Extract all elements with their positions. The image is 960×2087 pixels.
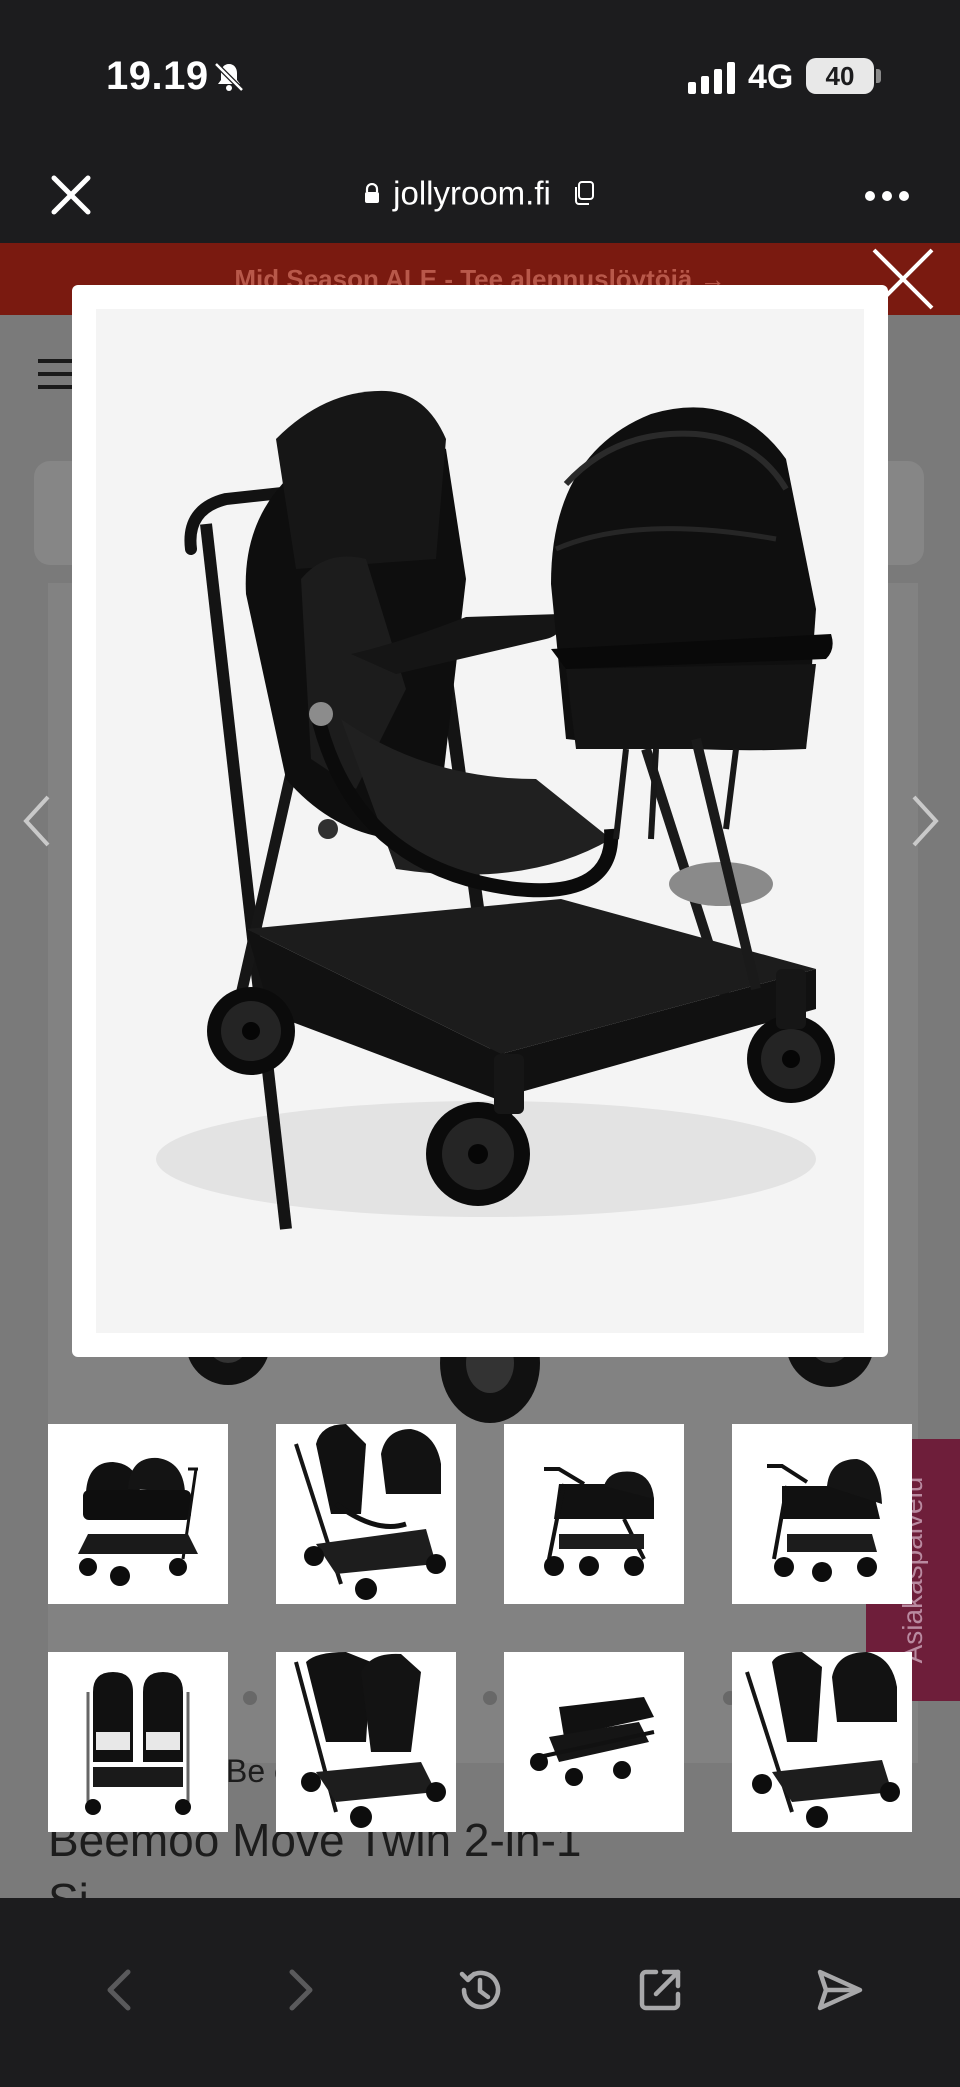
- share-external-icon[interactable]: [634, 1964, 686, 2016]
- browser-toolbar: [0, 1898, 960, 2087]
- chevron-right-icon[interactable]: [904, 791, 944, 851]
- stroller-seat-and-carrycot-icon: [294, 1424, 446, 1600]
- history-icon[interactable]: [454, 1964, 506, 2016]
- thumbnail-6[interactable]: [276, 1652, 456, 1832]
- battery-indicator: 40: [806, 58, 874, 94]
- battery-tip: [876, 69, 881, 83]
- stroller-folded-icon: [530, 1697, 655, 1786]
- image-modal: [72, 285, 888, 1357]
- stroller-side-view-2-icon: [767, 1459, 882, 1582]
- send-icon[interactable]: [814, 1964, 866, 2016]
- stroller-side-view-icon: [544, 1467, 654, 1576]
- thumbnail-7[interactable]: [504, 1652, 684, 1832]
- modal-close-icon[interactable]: [868, 244, 938, 314]
- copy-icon[interactable]: [572, 180, 596, 206]
- status-time: 19.19: [106, 54, 209, 98]
- more-options-icon[interactable]: [864, 190, 910, 202]
- thumbnail-4[interactable]: [732, 1424, 912, 1604]
- twin-stroller-image: [156, 390, 835, 1230]
- stroller-two-seats-icon: [294, 1652, 446, 1828]
- lock-icon: [364, 183, 379, 204]
- status-bar: 19.19 4G 40: [0, 0, 960, 150]
- address-bar[interactable]: jollyroom.fi: [0, 172, 960, 212]
- browser-bar: jollyroom.fi: [0, 150, 960, 243]
- forward-arrow-icon[interactable]: [274, 1964, 326, 2016]
- product-title-line2: Si: [48, 1873, 89, 1898]
- bell-muted-icon: [214, 62, 244, 92]
- thumbnail-2[interactable]: [276, 1424, 456, 1604]
- network-label: 4G: [748, 58, 794, 96]
- back-arrow-icon[interactable]: [94, 1964, 146, 2016]
- modal-product-image: [96, 309, 864, 1333]
- screen: 19.19 4G 40 jollyroom.fi Mid Season ALE …: [0, 0, 960, 2087]
- stroller-seat-and-carrycot-2-icon: [745, 1652, 900, 1828]
- url-text: jollyroom.fi: [393, 174, 551, 212]
- thumbnail-3[interactable]: [504, 1424, 684, 1604]
- stroller-front-view-icon: [85, 1672, 191, 1815]
- stroller-two-carrycots-icon: [78, 1457, 198, 1586]
- thumbnail-8[interactable]: [732, 1652, 912, 1832]
- chevron-left-icon[interactable]: [18, 791, 58, 851]
- signal-icon: [688, 62, 735, 94]
- thumbnail-1[interactable]: [48, 1424, 228, 1604]
- thumbnail-5[interactable]: [48, 1652, 228, 1832]
